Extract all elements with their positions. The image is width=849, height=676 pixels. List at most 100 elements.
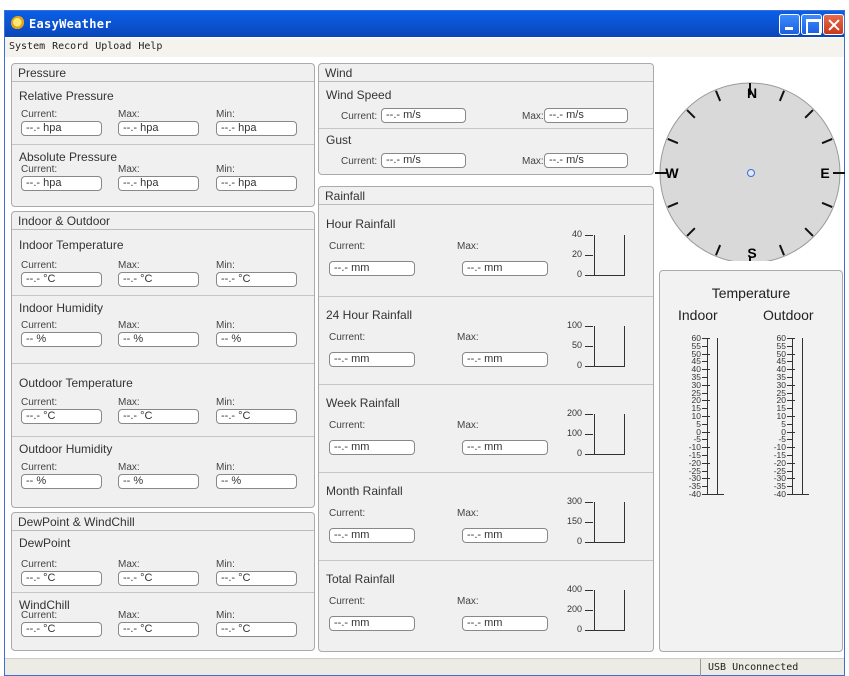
relative-pressure-min: --.- hpa [216, 121, 297, 136]
rainfall-scale-tick [585, 502, 593, 503]
temperature-scale-tick [787, 338, 795, 339]
rainfall-section: Week Rainfall Current: Max: --.- mm --.- mm 2… [319, 384, 653, 472]
temperature-scale-tick [702, 377, 707, 378]
rainfall-section: 24 Hour Rainfall Current: Max: --.- mm --.- … [319, 296, 653, 384]
temperature-scale-tick [702, 447, 710, 449]
rainfall-current: --.- mm [329, 440, 415, 455]
absolute-pressure-section: Absolute Pressure Current: Max: Min: --.… [12, 144, 314, 206]
temperature-tick-label: -40 [773, 489, 786, 499]
rainfall-scale-base [585, 366, 625, 367]
current-label: Current: [329, 241, 366, 252]
max-label: Max: [118, 462, 140, 473]
rainfall-tick-label: 20 [571, 249, 582, 259]
temperature-scale-tick [702, 384, 710, 386]
rainfall-tick-label: 0 [576, 360, 582, 370]
outdoor-temperature-current: --.- °C [21, 409, 102, 424]
max-label: Max: [118, 320, 140, 331]
max-label: Max: [118, 559, 140, 570]
indoor-column-title: Indoor [678, 307, 718, 323]
temperature-scale-tick [702, 345, 707, 347]
temperature-scale-tick [787, 384, 795, 386]
close-button[interactable] [823, 14, 844, 35]
maximize-button[interactable] [801, 14, 822, 35]
rainfall-current: --.- mm [329, 352, 415, 367]
menu-bar: System Record Upload Help [5, 38, 844, 57]
indoor-humidity-max: -- % [118, 332, 199, 347]
outdoor-humidity-title: Outdoor Humidity [19, 442, 113, 456]
wind-speed-current: --.- m/s [381, 108, 466, 123]
rainfall-current: --.- mm [329, 616, 415, 631]
menu-upload[interactable]: Upload [91, 38, 134, 52]
title-bar[interactable]: EasyWeather [5, 11, 844, 37]
outdoor-humidity-current: -- % [21, 474, 102, 489]
rainfall-gauge-right [624, 502, 625, 543]
rainfall-gauge-left [594, 502, 595, 543]
current-label: Current: [21, 260, 58, 271]
indoor-temperature-current: --.- °C [21, 272, 102, 287]
rainfall-tick-label: 300 [566, 496, 582, 506]
rainfall-gauge-left [594, 414, 595, 455]
wind-speed-max: --.- m/s [544, 108, 628, 123]
temperature-scale-tick [702, 423, 707, 425]
absolute-pressure-max: --.- hpa [118, 176, 199, 191]
relative-pressure-section: Relative Pressure Current: Max: Min: --.… [12, 82, 314, 145]
rainfall-section-title: Hour Rainfall [326, 217, 396, 231]
rainfall-scale-tick [585, 235, 593, 236]
gust-title: Gust [326, 133, 352, 147]
relative-pressure-title: Relative Pressure [19, 89, 114, 103]
rainfall-scale-tick [585, 326, 593, 327]
rainfall-scale-tick [585, 590, 593, 591]
rainfall-scale-tick [585, 522, 593, 523]
indoor-temperature-min: --.- °C [216, 272, 297, 287]
min-label: Min: [216, 559, 235, 570]
current-label: Current: [21, 610, 58, 621]
rainfall-max: --.- mm [462, 440, 548, 455]
temperature-scale-tick [702, 361, 707, 363]
indoor-temperature-max: --.- °C [118, 272, 199, 287]
minimize-button[interactable] [779, 14, 800, 35]
window-title: EasyWeather [29, 17, 112, 31]
max-label: Max: [118, 397, 140, 408]
rainfall-scale-base [585, 630, 625, 631]
pressure-panel: Pressure Relative Pressure Current: Max:… [11, 63, 315, 207]
indoor-humidity-current: -- % [21, 332, 102, 347]
max-label: Max: [522, 156, 544, 167]
temperature-scale-tick [787, 400, 795, 402]
current-label: Current: [329, 596, 366, 607]
indoor-humidity-min: -- % [216, 332, 297, 347]
temperature-scale-tick [787, 377, 792, 378]
rainfall-scale-tick [585, 434, 593, 435]
current-label: Current: [341, 111, 378, 122]
usb-status: USB Unconnected [708, 662, 799, 673]
temperature-scale-tick [702, 455, 707, 456]
current-label: Current: [21, 397, 58, 408]
rainfall-title: Rainfall [325, 189, 366, 203]
rainfall-scale-tick [585, 414, 593, 415]
temperature-scale-tick [787, 416, 795, 417]
max-label: Max: [522, 111, 544, 122]
temperature-scale-tick [702, 486, 707, 488]
rainfall-section: Month Rainfall Current: Max: --.- mm --.- mm… [319, 472, 653, 560]
outdoor-temperature-min: --.- °C [216, 409, 297, 424]
temperature-scale-tick [787, 353, 795, 355]
rainfall-scale-base [585, 542, 625, 543]
compass-east-label: E [820, 165, 829, 181]
dewpoint-current: --.- °C [21, 571, 102, 586]
menu-record[interactable]: Record [48, 38, 91, 52]
temperature-scale-tick [702, 478, 710, 480]
temperature-scale-tick [702, 431, 710, 433]
max-label: Max: [118, 164, 140, 175]
outdoor-column-title: Outdoor [763, 307, 814, 323]
dewpoint-section: DewPoint Current: Max: Min: --.- °C --.-… [12, 531, 314, 593]
temperature-panel-title: Temperature [711, 285, 791, 301]
indoor-humidity-section: Indoor Humidity Current: Max: Min: -- % … [12, 295, 314, 363]
rainfall-tick-label: 400 [566, 584, 582, 594]
windchill-min: --.- °C [216, 622, 297, 637]
menu-system[interactable]: System [5, 38, 48, 52]
max-label: Max: [118, 610, 140, 621]
rainfall-tick-label: 100 [566, 320, 582, 330]
rainfall-gauge-right [624, 326, 625, 367]
menu-help[interactable]: Help [134, 38, 165, 52]
temperature-scale-tick [787, 369, 795, 371]
rainfall-scale-tick [585, 346, 593, 347]
